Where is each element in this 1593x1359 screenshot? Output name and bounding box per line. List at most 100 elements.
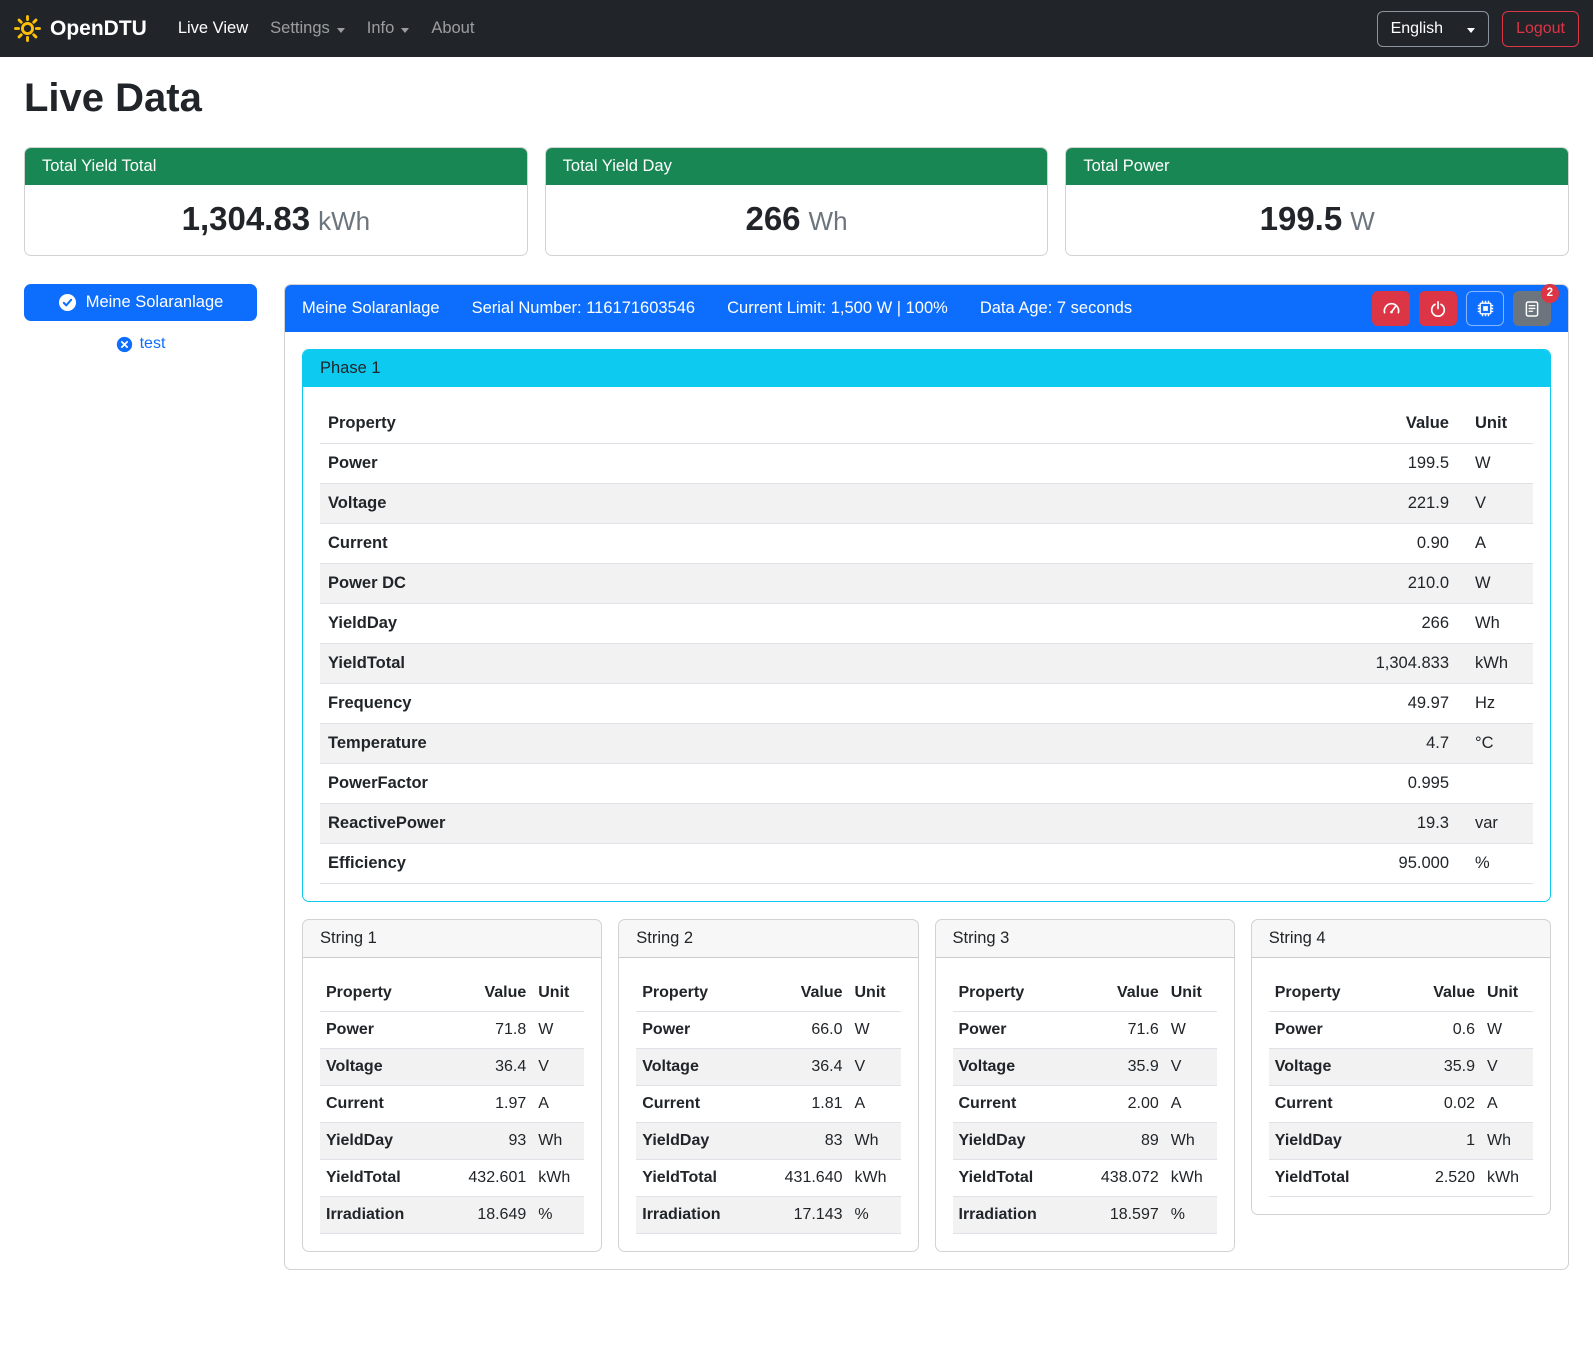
row-property: YieldTotal (953, 1160, 1073, 1197)
row-unit: Wh (1481, 1123, 1533, 1160)
table-row: Power 0.6 W (1269, 1012, 1533, 1049)
col-header-value: Value (1400, 975, 1481, 1012)
string-table: Property Value Unit Power (953, 975, 1217, 1234)
row-unit: Wh (849, 1123, 901, 1160)
row-value: 4.7 (1001, 724, 1457, 764)
nav-item-about[interactable]: About (420, 11, 485, 46)
caret-down-icon (1467, 28, 1475, 33)
device-info-button[interactable] (1466, 291, 1504, 326)
phase-card-title: Phase 1 (303, 350, 1550, 387)
table-row: YieldTotal 1,304.833 kWh (320, 644, 1533, 684)
row-unit: kWh (1457, 644, 1533, 684)
card-total-yield-day: Total Yield Day 266Wh (545, 147, 1049, 256)
row-unit: A (1165, 1086, 1217, 1123)
event-log-button[interactable]: 2 (1513, 291, 1551, 326)
row-property: YieldTotal (320, 1160, 440, 1197)
string-card-2: String 2 Property Value Unit (618, 919, 918, 1252)
inverter-data-age: Data Age: 7 seconds (980, 299, 1132, 318)
sidebar-item-test[interactable]: test (24, 335, 257, 353)
table-row: Power 199.5 W (320, 444, 1533, 484)
card-body: 266 Wh (546, 185, 1048, 255)
brand[interactable]: OpenDTU (14, 15, 147, 42)
caret-down-icon (337, 28, 345, 33)
row-value: 36.4 (756, 1049, 849, 1086)
navbar-right: English Logout (1377, 11, 1579, 47)
inverter-card-header: Meine Solaranlage Serial Number: 1161716… (285, 285, 1568, 332)
table-row: Irradiation 18.649 % (320, 1197, 584, 1234)
row-value: 210.0 (1001, 564, 1457, 604)
nav-item-label: Settings (270, 19, 330, 38)
navbar: OpenDTU Live View Settings Info About En… (0, 0, 1593, 57)
string-table: Property Value Unit Power (1269, 975, 1533, 1197)
row-property: YieldTotal (636, 1160, 756, 1197)
col-header-value: Value (1072, 975, 1165, 1012)
row-property: YieldDay (953, 1123, 1073, 1160)
row-property: YieldDay (320, 604, 1001, 644)
row-value: 2.00 (1072, 1086, 1165, 1123)
row-unit: V (1165, 1049, 1217, 1086)
row-property: Power (953, 1012, 1073, 1049)
row-property: Current (320, 1086, 440, 1123)
inverter-actions: 2 (1372, 291, 1551, 326)
nav-item-label: Info (367, 19, 395, 38)
col-header-property: Property (1269, 975, 1400, 1012)
table-row: Current 1.97 A (320, 1086, 584, 1123)
table-row: Power DC 210.0 W (320, 564, 1533, 604)
row-value: 17.143 (756, 1197, 849, 1234)
row-unit: Wh (1457, 604, 1533, 644)
row-property: YieldTotal (320, 644, 1001, 684)
inverter-select-button[interactable]: Meine Solaranlage (24, 284, 257, 321)
string-card-3: String 3 Property Value Unit (935, 919, 1235, 1252)
nav-item-settings[interactable]: Settings (259, 11, 356, 46)
language-select[interactable]: English (1377, 11, 1489, 47)
string-card-title: String 3 (936, 920, 1234, 958)
row-property: YieldDay (636, 1123, 756, 1160)
limit-settings-button[interactable] (1372, 291, 1410, 326)
row-property: Irradiation (320, 1197, 440, 1234)
string-card-title: String 4 (1252, 920, 1550, 958)
row-property: Voltage (320, 1049, 440, 1086)
row-property: Voltage (953, 1049, 1073, 1086)
row-unit: A (532, 1086, 584, 1123)
card-unit: Wh (809, 206, 848, 236)
table-row: YieldTotal 431.640 kWh (636, 1160, 900, 1197)
nav-item-info[interactable]: Info (356, 11, 421, 46)
card-body: 199.5W (1066, 185, 1568, 255)
row-property: Irradiation (953, 1197, 1073, 1234)
row-unit: Wh (1165, 1123, 1217, 1160)
row-property: Current (1269, 1086, 1400, 1123)
strings-row: String 1 Property Value Unit (302, 919, 1551, 1252)
table-row: YieldDay 93 Wh (320, 1123, 584, 1160)
table-header-row: Property Value Unit (953, 975, 1217, 1012)
x-circle-icon (116, 336, 133, 353)
table-row: YieldDay 89 Wh (953, 1123, 1217, 1160)
table-row: Power 66.0 W (636, 1012, 900, 1049)
row-property: Current (953, 1086, 1073, 1123)
col-header-unit: Unit (1481, 975, 1533, 1012)
phase-card: Phase 1 Property Value Unit (302, 349, 1551, 902)
nav-item-live-view[interactable]: Live View (167, 11, 259, 46)
table-header-row: Property Value Unit (320, 975, 584, 1012)
col-header-unit: Unit (1165, 975, 1217, 1012)
language-value: English (1391, 20, 1443, 38)
row-unit: kWh (532, 1160, 584, 1197)
row-value: 0.90 (1001, 524, 1457, 564)
phase-table: Property Value Unit Power 199.5 (320, 404, 1533, 884)
card-total-yield-total: Total Yield Total 1,304.83kWh (24, 147, 528, 256)
table-row: Irradiation 18.597 % (953, 1197, 1217, 1234)
power-button[interactable] (1419, 291, 1457, 326)
card-value: 266 (745, 200, 800, 237)
string-table: Property Value Unit Power (320, 975, 584, 1234)
table-header-row: Property Value Unit (1269, 975, 1533, 1012)
row-unit: % (532, 1197, 584, 1234)
col-header-unit: Unit (1457, 404, 1533, 444)
col-header-value: Value (440, 975, 533, 1012)
row-unit: Wh (532, 1123, 584, 1160)
table-row: YieldDay 1 Wh (1269, 1123, 1533, 1160)
row-value: 35.9 (1072, 1049, 1165, 1086)
row-unit: var (1457, 804, 1533, 844)
row-unit: Hz (1457, 684, 1533, 724)
logout-button[interactable]: Logout (1502, 11, 1579, 47)
card-unit: W (1350, 206, 1375, 236)
row-property: Efficiency (320, 844, 1001, 884)
